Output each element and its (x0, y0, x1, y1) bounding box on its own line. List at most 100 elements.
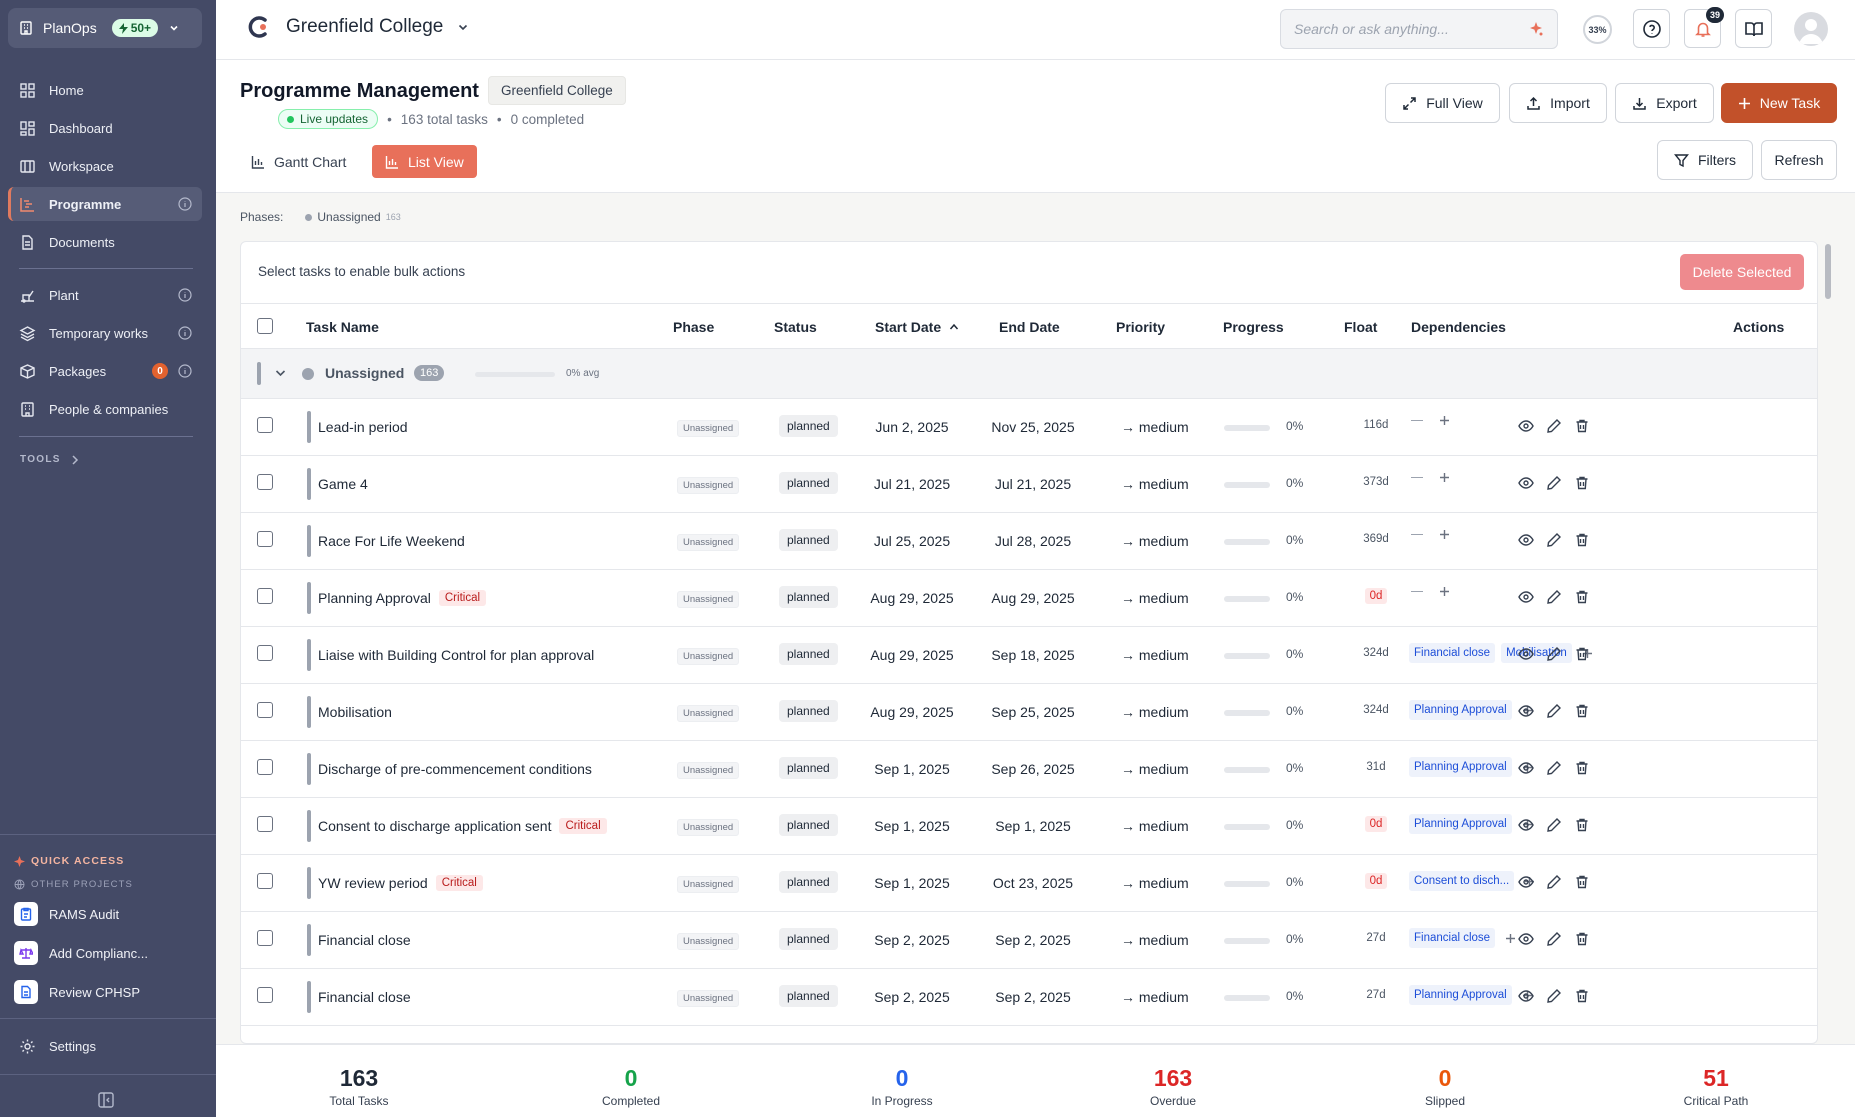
task-name-cell[interactable]: Mobilisation (318, 704, 392, 720)
scrollbar-thumb[interactable] (1825, 244, 1831, 299)
status-badge[interactable]: planned (779, 985, 838, 1007)
add-dependency-icon[interactable] (1439, 529, 1450, 540)
table-row[interactable]: Mobilisation Unassigned planned Aug 29, 202… (241, 684, 1817, 741)
table-row[interactable]: Financial close Unassigned planned Sep 2, 2… (241, 912, 1817, 969)
priority[interactable]: → medium (1121, 533, 1189, 549)
edit-icon[interactable] (1546, 874, 1562, 890)
row-checkbox[interactable] (257, 531, 273, 547)
trash-icon[interactable] (1574, 418, 1590, 434)
eye-icon[interactable] (1518, 589, 1534, 605)
row-checkbox[interactable] (257, 759, 273, 775)
dependency-chip[interactable]: Planning Approval (1409, 700, 1512, 720)
add-dependency-icon[interactable] (1439, 415, 1450, 426)
trash-icon[interactable] (1574, 703, 1590, 719)
status-badge[interactable]: planned (779, 643, 838, 665)
priority[interactable]: → medium (1121, 989, 1189, 1005)
trash-icon[interactable] (1574, 475, 1590, 491)
ai-sparkle-icon[interactable] (1528, 21, 1544, 37)
dependency-chip[interactable]: Planning Approval (1409, 757, 1512, 777)
delete-selected-button[interactable]: Delete Selected (1680, 254, 1804, 290)
priority[interactable]: → medium (1121, 761, 1189, 777)
export-button[interactable]: Export (1615, 83, 1714, 123)
org-switcher[interactable]: PlanOps 50+ (8, 8, 202, 48)
refresh-button[interactable]: Refresh (1761, 140, 1837, 180)
eye-icon[interactable] (1518, 988, 1534, 1004)
eye-icon[interactable] (1518, 418, 1534, 434)
status-badge[interactable]: planned (779, 700, 838, 722)
info-icon[interactable] (178, 197, 192, 211)
dependency-chip[interactable]: Planning Approval (1409, 985, 1512, 1005)
trash-icon[interactable] (1574, 817, 1590, 833)
task-name-cell[interactable]: Lead-in period (318, 419, 408, 435)
row-checkbox[interactable] (257, 645, 273, 661)
edit-icon[interactable] (1546, 418, 1562, 434)
priority[interactable]: → medium (1121, 704, 1189, 720)
add-dependency-icon[interactable] (1439, 586, 1450, 597)
status-badge[interactable]: planned (779, 472, 838, 494)
task-name-cell[interactable]: Financial close (318, 989, 411, 1005)
tools-toggle[interactable]: TOOLS (20, 454, 79, 465)
sidebar-item-workspace[interactable]: Workspace (8, 149, 202, 183)
sidebar-item-settings[interactable]: Settings (8, 1029, 202, 1063)
priority[interactable]: → medium (1121, 419, 1189, 435)
edit-icon[interactable] (1546, 589, 1562, 605)
status-badge[interactable]: planned (779, 814, 838, 836)
progress-circle[interactable]: 33% (1583, 15, 1612, 44)
search-input[interactable]: Search or ask anything... (1280, 9, 1558, 49)
col-dependencies[interactable]: Dependencies (1411, 319, 1506, 335)
table-row[interactable]: Lead-in period Unassigned planned Jun 2, 20… (241, 399, 1817, 456)
table-row[interactable]: Race For Life Weekend Unassigned planned Ju… (241, 513, 1817, 570)
quick-item-add-compliance[interactable]: Add Complianc... (14, 941, 148, 965)
dependency-chip[interactable]: Consent to disch... (1409, 871, 1515, 891)
sidebar-item-documents[interactable]: Documents (8, 225, 202, 259)
eye-icon[interactable] (1518, 817, 1534, 833)
tab-gantt-chart[interactable]: Gantt Chart (238, 145, 359, 178)
col-end-date[interactable]: End Date (999, 319, 1060, 335)
dependency-chip[interactable]: Financial close (1409, 928, 1496, 948)
edit-icon[interactable] (1546, 532, 1562, 548)
quick-item-rams-audit[interactable]: RAMS Audit (14, 902, 119, 926)
row-checkbox[interactable] (257, 588, 273, 604)
edit-icon[interactable] (1546, 931, 1562, 947)
filters-button[interactable]: Filters (1657, 140, 1753, 180)
edit-icon[interactable] (1546, 988, 1562, 1004)
docs-button[interactable] (1735, 9, 1772, 48)
info-icon[interactable] (178, 288, 192, 302)
add-dependency-icon[interactable] (1439, 472, 1450, 483)
row-checkbox[interactable] (257, 873, 273, 889)
edit-icon[interactable] (1546, 703, 1562, 719)
scrollbar-track[interactable] (1821, 241, 1831, 1044)
edit-icon[interactable] (1546, 475, 1562, 491)
sidebar-item-temporary-works[interactable]: Temporary works (8, 316, 202, 350)
table-row[interactable]: Financial close Unassigned planned Sep 2, 2… (241, 969, 1817, 1026)
row-checkbox[interactable] (257, 930, 273, 946)
phase-chip-unassigned[interactable]: Unassigned 163 (305, 210, 401, 224)
project-switcher[interactable]: Greenfield College (246, 14, 469, 40)
priority[interactable]: → medium (1121, 932, 1189, 948)
full-view-button[interactable]: Full View (1385, 83, 1500, 123)
eye-icon[interactable] (1518, 475, 1534, 491)
table-row[interactable]: Planning Approval Critical Unassigned plann… (241, 570, 1817, 627)
dependency-chip[interactable]: Financial close (1409, 643, 1496, 663)
row-checkbox[interactable] (257, 417, 273, 433)
status-badge[interactable]: planned (779, 757, 838, 779)
col-priority[interactable]: Priority (1116, 319, 1165, 335)
avatar[interactable] (1794, 12, 1828, 46)
new-task-button[interactable]: New Task (1721, 83, 1837, 123)
sidebar-item-programme[interactable]: Programme (8, 187, 202, 221)
status-badge[interactable]: planned (779, 928, 838, 950)
notifications-button[interactable]: 39 (1684, 7, 1724, 48)
row-checkbox[interactable] (257, 816, 273, 832)
sidebar-item-dashboard[interactable]: Dashboard (8, 111, 202, 145)
status-badge[interactable]: planned (779, 871, 838, 893)
eye-icon[interactable] (1518, 931, 1534, 947)
sidebar-item-plant[interactable]: Plant (8, 278, 202, 312)
row-checkbox[interactable] (257, 474, 273, 490)
help-button[interactable] (1633, 9, 1670, 48)
collapse-sidebar-icon[interactable] (97, 1091, 115, 1109)
task-name-cell[interactable]: YW review period Critical (318, 875, 483, 891)
priority[interactable]: → medium (1121, 590, 1189, 606)
col-float[interactable]: Float (1344, 319, 1377, 335)
eye-icon[interactable] (1518, 760, 1534, 776)
col-progress[interactable]: Progress (1223, 319, 1284, 335)
